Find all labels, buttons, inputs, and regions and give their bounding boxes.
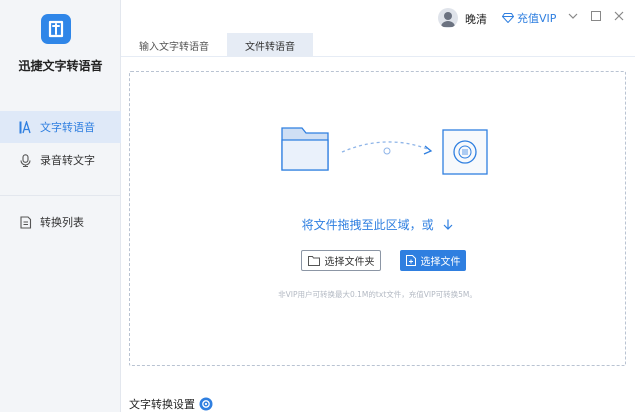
- settings-label: 文字转换设置: [129, 398, 195, 411]
- sidebar-item-label: 文字转语音: [40, 121, 95, 134]
- maximize-icon[interactable]: [589, 9, 603, 23]
- gear-icon[interactable]: [199, 397, 213, 411]
- file-plus-icon: [405, 255, 416, 266]
- tab-underline: [121, 56, 635, 57]
- list-document-icon: [19, 215, 32, 229]
- text-a-icon: [19, 120, 32, 134]
- sidebar-item-label: 转换列表: [40, 216, 84, 229]
- select-file-button[interactable]: 选择文件: [400, 250, 466, 271]
- tab-input-text-to-speech[interactable]: 输入文字转语音: [121, 33, 227, 57]
- select-folder-button[interactable]: 选择文件夹: [301, 250, 381, 271]
- sidebar-item-label: 录音转文字: [40, 154, 95, 167]
- diamond-icon: [502, 13, 514, 23]
- sidebar-item-text-to-speech[interactable]: 文字转语音: [0, 111, 121, 143]
- text-conversion-settings[interactable]: 文字转换设置: [129, 396, 213, 412]
- arrow-down-icon: [443, 219, 453, 230]
- file-transfer-illustration: [281, 127, 488, 175]
- audio-file-icon: [442, 129, 488, 175]
- sidebar: 迅捷文字转语音 文字转语音 录音转文字 转换列表: [0, 0, 121, 412]
- close-icon[interactable]: [612, 9, 626, 23]
- sidebar-item-conversion-list[interactable]: 转换列表: [0, 206, 121, 238]
- app-name: 迅捷文字转语音: [18, 59, 103, 73]
- tab-file-to-speech[interactable]: 文件转语音: [227, 33, 313, 57]
- upload-limit-hint: 非VIP用户可转换最大0.1M的txt文件，充值VIP可转换5M。: [278, 290, 477, 299]
- avatar[interactable]: [438, 8, 458, 28]
- drop-prompt: 将文件拖拽至此区域，或: [130, 216, 625, 233]
- sidebar-item-speech-to-text[interactable]: 录音转文字: [0, 144, 121, 176]
- tab-bar: 输入文字转语音 文件转语音: [121, 33, 313, 57]
- recharge-vip-label: 充值VIP: [517, 12, 557, 25]
- file-drop-zone[interactable]: 将文件拖拽至此区域，或 选择文件夹 选择文件 非VIP用户可转换最大0.1M的t…: [129, 71, 626, 366]
- recharge-vip-button[interactable]: 充值VIP: [502, 10, 556, 26]
- username[interactable]: 晚清: [465, 11, 487, 27]
- folder-icon: [281, 127, 329, 171]
- dropdown-chevron-icon[interactable]: [566, 9, 580, 23]
- sidebar-divider: [0, 195, 121, 196]
- folder-outline-icon: [307, 255, 320, 266]
- app-logo-icon: [41, 14, 71, 44]
- microphone-icon: [19, 153, 32, 167]
